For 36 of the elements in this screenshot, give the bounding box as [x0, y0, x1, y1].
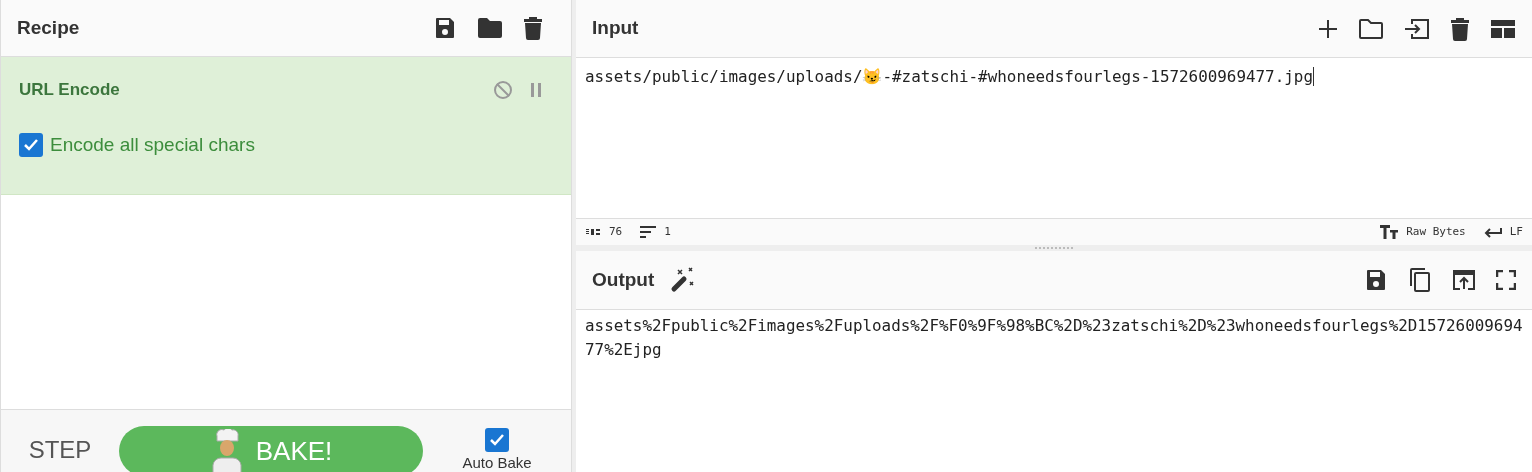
- folder-icon[interactable]: [1358, 17, 1384, 40]
- fullscreen-icon[interactable]: [1496, 270, 1516, 290]
- auto-bake-label: Auto Bake: [462, 454, 532, 472]
- return-arrow-icon: [1483, 226, 1502, 238]
- copy-icon[interactable]: [1408, 267, 1432, 293]
- plus-icon[interactable]: [1318, 18, 1338, 39]
- auto-bake-checkbox[interactable]: [485, 428, 509, 452]
- length-count: 76: [609, 223, 623, 240]
- text-length-icon: [585, 228, 601, 236]
- save-icon[interactable]: [433, 16, 457, 40]
- encoding-selector[interactable]: Raw Bytes: [1406, 223, 1466, 241]
- operation-card[interactable]: URL Encode Encode all special chars: [1, 57, 571, 195]
- operation-title: URL Encode: [19, 79, 121, 101]
- trash-icon[interactable]: [1450, 16, 1470, 41]
- layout-icon[interactable]: [1490, 18, 1516, 39]
- input-arrow-icon[interactable]: [1404, 17, 1430, 40]
- check-icon: [23, 137, 39, 152]
- save-icon[interactable]: [1364, 268, 1388, 292]
- option-label: Encode all special chars: [50, 132, 255, 157]
- panel-title: Output: [592, 267, 655, 292]
- eol-selector[interactable]: LF: [1509, 223, 1523, 241]
- step-button[interactable]: STEP: [1, 432, 119, 472]
- chef-icon: [209, 429, 244, 472]
- text-size-icon: [1380, 225, 1399, 239]
- panel-title: Recipe: [17, 15, 81, 40]
- open-in-window-icon[interactable]: [1452, 269, 1476, 291]
- lines-icon: [640, 226, 657, 238]
- checkbox[interactable]: [19, 132, 43, 157]
- check-icon: [489, 433, 505, 447]
- magic-wand-icon[interactable]: [670, 267, 697, 293]
- output-text: assets%2Fpublic%2Fimages%2Fuploads%2F%F0%9F%98%BC%2D%23zatschi%2D%23whoneedsfourlegs%2D1572600969477%2Ejpg: [585, 315, 1524, 361]
- folder-icon[interactable]: [477, 17, 503, 39]
- line-count: 1: [664, 223, 671, 240]
- trash-icon[interactable]: [523, 16, 543, 40]
- input-text[interactable]: assets/public/images/uploads/😼-#zatschi-#whoneedsfourlegs-1572600969477.jpg: [585, 67, 1314, 86]
- panel-title: Input: [592, 16, 640, 41]
